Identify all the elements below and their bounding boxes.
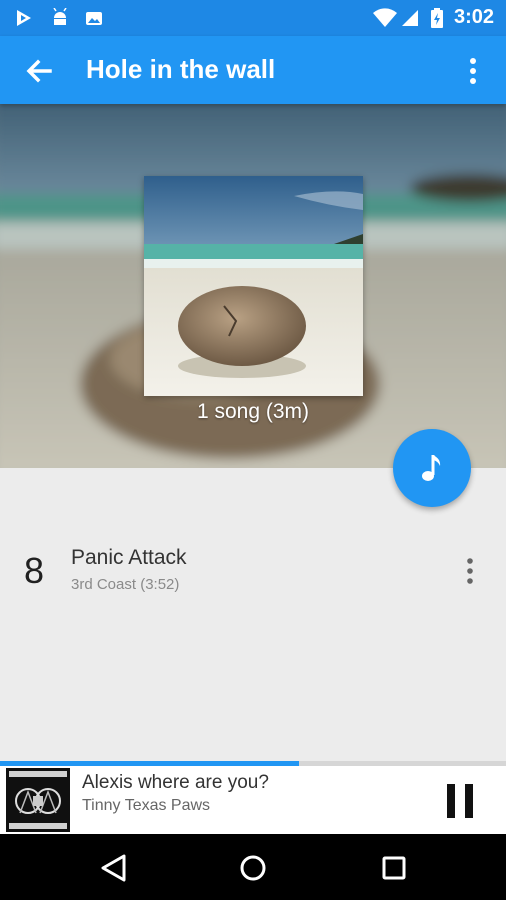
track-list: 8 Panic Attack 3rd Coast (3:52) [0, 468, 506, 762]
photo-notification-icon [86, 12, 102, 25]
play-store-icon [17, 10, 31, 26]
mini-player[interactable]: Alexis where are you? Tinny Texas Paws [0, 766, 506, 834]
album-art [144, 176, 363, 396]
more-vert-icon[interactable] [460, 554, 480, 588]
back-triangle-icon[interactable] [94, 848, 134, 888]
album-header: 1 song (3m) [0, 104, 506, 468]
page-title: Hole in the wall [86, 54, 276, 84]
now-playing-title: Alexis where are you? [82, 772, 269, 793]
song-count: 1 song (3m) [196, 400, 310, 423]
now-playing-art [6, 768, 70, 832]
battery-charging-icon [431, 8, 443, 28]
status-time: 3:02 [453, 6, 494, 28]
recents-square-icon[interactable] [374, 848, 414, 888]
wifi-icon [373, 8, 397, 27]
app-bar: Hole in the wall [0, 36, 506, 104]
list-item[interactable]: 8 Panic Attack 3rd Coast (3:52) [0, 534, 506, 606]
track-title: Panic Attack [71, 546, 187, 569]
play-all-button[interactable] [393, 429, 471, 507]
home-circle-icon[interactable] [233, 848, 273, 888]
pause-icon[interactable] [440, 782, 480, 820]
more-vert-icon[interactable] [458, 54, 488, 88]
now-playing-artist: Tinny Texas Paws [82, 797, 211, 814]
track-number: 8 [24, 550, 45, 591]
music-note-icon [422, 455, 441, 481]
arrow-back-icon[interactable] [22, 54, 56, 88]
track-subtitle: 3rd Coast (3:52) [71, 576, 180, 593]
status-bar: 3:02 [0, 0, 506, 36]
android-debug-icon [53, 8, 67, 25]
cell-signal-icon [402, 10, 418, 26]
system-nav-bar [0, 834, 506, 900]
